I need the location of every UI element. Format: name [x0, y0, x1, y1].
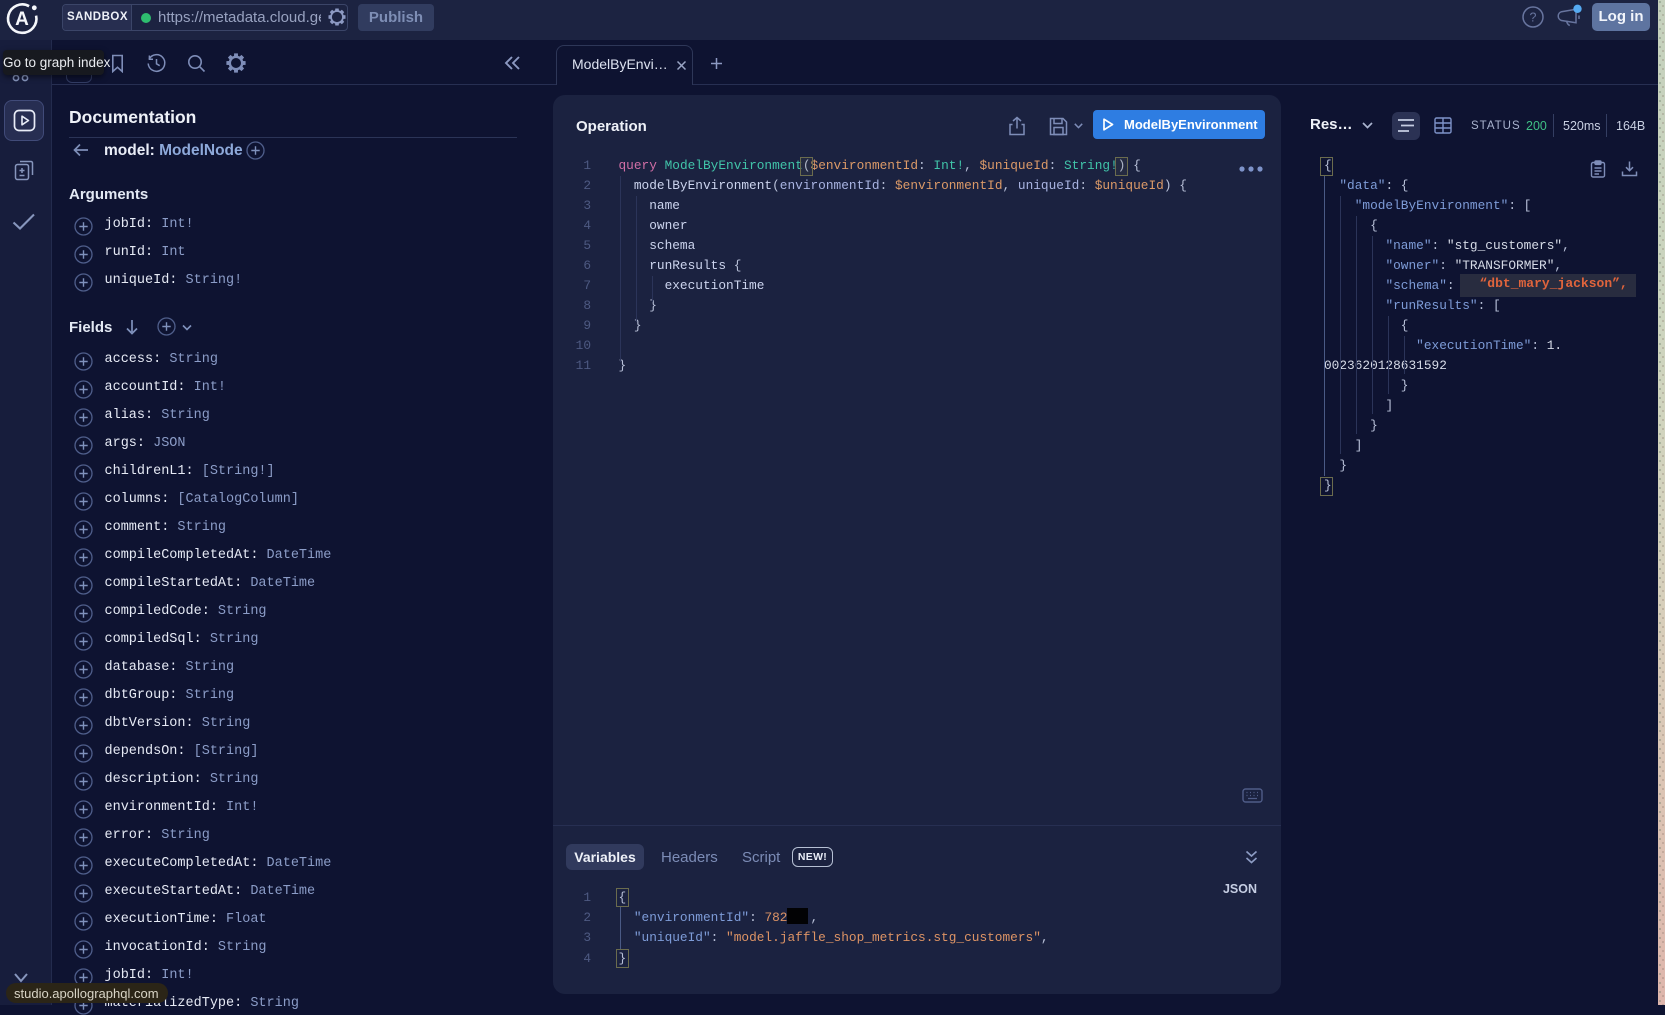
- svg-text:A: A: [15, 9, 29, 30]
- svg-text:?: ?: [1530, 11, 1537, 25]
